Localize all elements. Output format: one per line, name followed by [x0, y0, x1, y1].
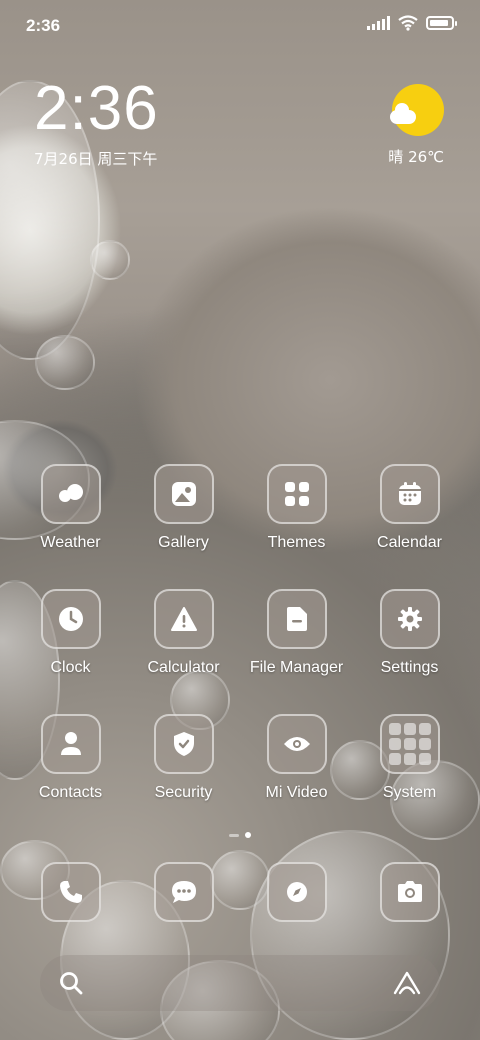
app-themes[interactable]: Themes — [240, 464, 353, 589]
messaging-icon — [153, 862, 214, 922]
weather-icon — [40, 464, 101, 524]
app-label: Calculator — [147, 659, 220, 676]
browser-compass-icon — [266, 862, 327, 922]
app-label: System — [382, 784, 437, 801]
assistant-icon[interactable] — [392, 970, 422, 996]
phone-icon — [40, 862, 101, 922]
app-label: Mi Video — [265, 784, 328, 801]
status-bar: 2:36 — [0, 0, 480, 50]
app-calculator[interactable]: Calculator — [127, 589, 240, 714]
app-weather[interactable]: Weather — [14, 464, 127, 589]
app-label: Gallery — [158, 534, 209, 551]
contacts-icon — [40, 714, 101, 774]
app-label: Settings — [380, 659, 439, 676]
dock-phone[interactable] — [14, 862, 127, 922]
clock-icon — [40, 589, 101, 649]
page-indicator — [0, 832, 480, 838]
settings-icon — [379, 589, 440, 649]
app-grid: Weather Gallery Themes Calendar Clock Ca… — [14, 464, 466, 839]
wifi-icon — [398, 15, 418, 31]
app-calendar[interactable]: Calendar — [353, 464, 466, 589]
weather-summary: 晴 26℃ — [388, 148, 444, 166]
app-contacts[interactable]: Contacts — [14, 714, 127, 839]
widget-date: 7月26日 周三下午 — [34, 150, 158, 168]
signal-icon — [367, 16, 390, 30]
widget-time: 2:36 — [34, 74, 159, 143]
app-gallery[interactable]: Gallery — [127, 464, 240, 589]
security-icon — [153, 714, 214, 774]
system-folder-icon — [379, 714, 440, 774]
search-bar[interactable] — [40, 955, 440, 1011]
calendar-icon — [379, 464, 440, 524]
app-clock[interactable]: Clock — [14, 589, 127, 714]
app-file-manager[interactable]: File Manager — [240, 589, 353, 714]
status-icons — [367, 15, 457, 31]
sunny-partly-cloudy-icon — [390, 84, 444, 136]
app-security[interactable]: Security — [127, 714, 240, 839]
app-label: Themes — [267, 534, 326, 551]
gallery-icon — [153, 464, 214, 524]
dock-camera[interactable] — [353, 862, 466, 922]
dock — [14, 862, 466, 922]
app-label: Contacts — [38, 784, 103, 801]
app-settings[interactable]: Settings — [353, 589, 466, 714]
battery-icon — [426, 16, 457, 30]
clock-widget[interactable]: 2:36 7月26日 周三下午 — [34, 76, 159, 169]
dock-messaging[interactable] — [127, 862, 240, 922]
file-manager-icon — [266, 589, 327, 649]
weather-widget[interactable]: 晴 26℃ — [388, 84, 444, 167]
status-time: 2:36 — [26, 16, 61, 35]
app-label: Clock — [50, 659, 91, 676]
dock-browser[interactable] — [240, 862, 353, 922]
app-label: Calendar — [377, 534, 442, 551]
app-system-folder[interactable]: System — [353, 714, 466, 839]
calculator-icon — [153, 589, 214, 649]
themes-icon — [266, 464, 327, 524]
app-label: Security — [154, 784, 213, 801]
mi-video-icon — [266, 714, 327, 774]
app-label: File Manager — [249, 659, 344, 676]
app-mi-video[interactable]: Mi Video — [240, 714, 353, 839]
app-label: Weather — [40, 534, 101, 551]
search-icon[interactable] — [58, 970, 84, 996]
camera-icon — [379, 862, 440, 922]
